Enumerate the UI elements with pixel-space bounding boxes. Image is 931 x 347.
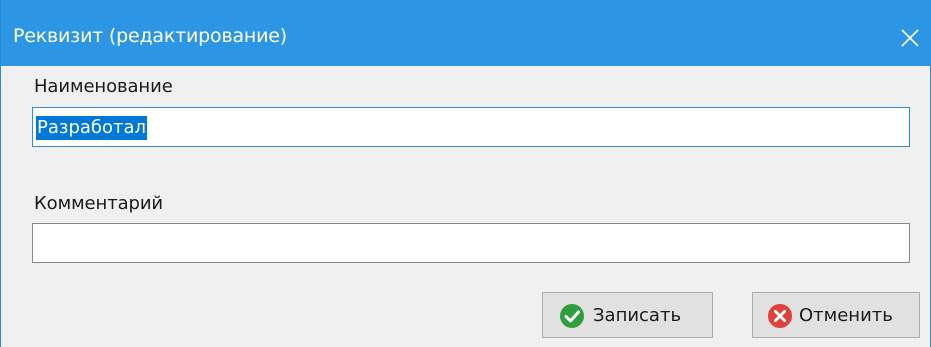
save-button-label: Записать bbox=[593, 305, 682, 326]
cancel-button-label: Отменить bbox=[799, 305, 893, 326]
title-bar[interactable]: Реквизит (редактирование) bbox=[1, 0, 931, 66]
cancel-button[interactable]: Отменить bbox=[752, 292, 920, 338]
check-circle-icon bbox=[560, 304, 584, 328]
x-circle-icon bbox=[768, 304, 792, 328]
close-icon bbox=[901, 29, 919, 47]
comment-field[interactable] bbox=[32, 223, 910, 263]
name-field[interactable]: Разработал bbox=[32, 107, 910, 147]
window-title: Реквизит (редактирование) bbox=[13, 25, 287, 47]
comment-label: Комментарий bbox=[34, 193, 164, 214]
save-button[interactable]: Записать bbox=[542, 292, 713, 338]
name-label: Наименование bbox=[34, 76, 173, 97]
close-button[interactable] bbox=[886, 16, 931, 64]
dialog-window: Реквизит (редактирование) Наименование Р… bbox=[0, 0, 931, 347]
name-field-value: Разработал bbox=[36, 116, 148, 140]
